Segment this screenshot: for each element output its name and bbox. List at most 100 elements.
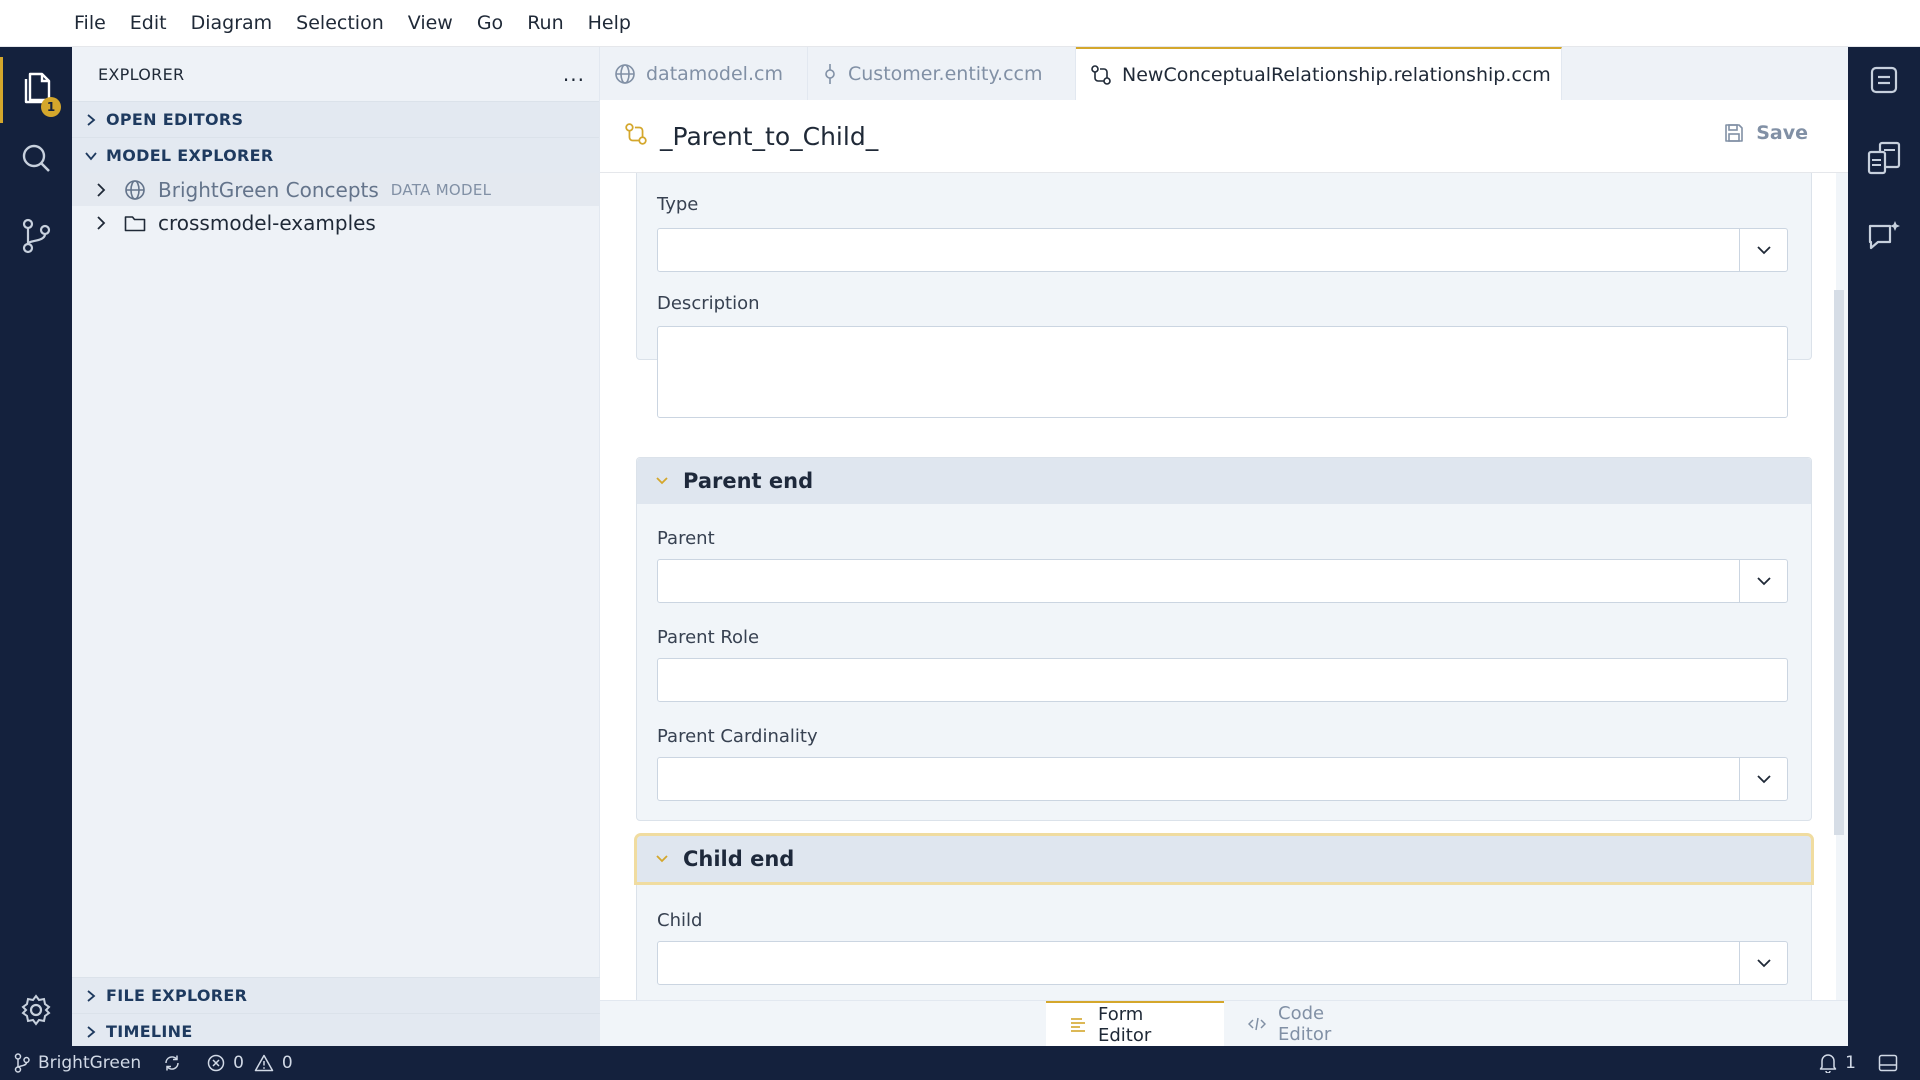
warning-icon	[254, 1054, 274, 1072]
code-icon	[1248, 1017, 1266, 1031]
code-editor-label: Code Editor	[1278, 1003, 1332, 1045]
parent-cardinality-select[interactable]	[657, 757, 1788, 801]
menu-edit[interactable]: Edit	[130, 12, 167, 34]
globe-icon	[122, 179, 148, 201]
tree-item-crossmodel-examples[interactable]: crossmodel-examples	[72, 206, 599, 239]
chevron-down-icon[interactable]	[1739, 229, 1787, 271]
search-activity-button[interactable]	[0, 127, 72, 193]
parent-role-input[interactable]	[657, 658, 1788, 702]
menu-help[interactable]: Help	[588, 12, 631, 34]
timeline-section[interactable]: TIMELINE	[72, 1013, 600, 1049]
chevron-down-icon[interactable]	[1739, 942, 1787, 984]
settings-activity-button[interactable]	[0, 979, 72, 1045]
entity-icon	[822, 63, 838, 85]
document-compare-icon	[1866, 140, 1902, 180]
chevron-down-icon[interactable]	[1739, 758, 1787, 800]
tab-new-conceptual-relationship[interactable]: NewConceptualRelationship.relationship.c…	[1076, 47, 1562, 100]
chevron-right-icon	[90, 182, 112, 198]
timeline-label: TIMELINE	[106, 1022, 193, 1041]
explorer-sidebar: EXPLORER ... OPEN EDITORS MODEL EXPLORER…	[72, 47, 600, 1049]
menu-selection[interactable]: Selection	[296, 12, 384, 34]
child-label: Child	[657, 910, 703, 931]
source-control-icon	[20, 218, 52, 258]
form-scroll-area[interactable]: Type Description Parent end Parent Paren…	[600, 173, 1836, 1000]
child-end-title: Child end	[683, 847, 795, 871]
file-explorer-section[interactable]: FILE EXPLORER	[72, 977, 600, 1013]
error-icon	[207, 1054, 225, 1072]
parent-end-section: Parent end Parent Parent Role Parent Car…	[636, 457, 1812, 821]
open-editors-section[interactable]: OPEN EDITORS	[72, 101, 599, 137]
child-end-header[interactable]: Child end	[634, 833, 1814, 885]
chat-sparkle-icon	[1866, 218, 1902, 258]
problems-status[interactable]: 0 0	[207, 1053, 293, 1073]
save-icon	[1724, 123, 1744, 143]
explorer-activity-button[interactable]: 1	[0, 57, 72, 123]
chat-button[interactable]	[1848, 205, 1920, 271]
more-actions-button[interactable]: ...	[563, 62, 585, 86]
menu-file[interactable]: File	[74, 12, 106, 34]
explorer-badge: 1	[41, 97, 61, 117]
sidebar-header: EXPLORER ...	[72, 47, 599, 101]
chevron-down-icon[interactable]	[1739, 560, 1787, 602]
parent-cardinality-value	[658, 758, 1739, 800]
sidebar-bottom-sections: FILE EXPLORER TIMELINE	[72, 977, 600, 1049]
chevron-right-icon	[80, 113, 102, 127]
chevron-right-icon	[80, 989, 102, 1003]
open-editors-label: OPEN EDITORS	[106, 110, 244, 129]
tab-label: NewConceptualRelationship.relationship.c…	[1122, 63, 1551, 86]
child-end-section: Child end Child	[634, 833, 1814, 1000]
menu-view[interactable]: View	[408, 12, 453, 34]
status-bar: BrightGreen 0 0 1	[0, 1046, 1920, 1080]
source-control-activity-button[interactable]	[0, 205, 72, 271]
description-label: Description	[657, 293, 760, 314]
chevron-down-icon	[655, 476, 669, 486]
tab-label: Customer.entity.ccm	[848, 62, 1043, 85]
notification-count: 1	[1845, 1053, 1856, 1073]
search-icon	[20, 142, 52, 178]
form-editor-tab[interactable]: Form Editor	[1046, 1001, 1224, 1047]
toggle-panel-button[interactable]	[1878, 1054, 1906, 1072]
editor-header: _Parent_to_Child_ Save	[600, 100, 1848, 173]
panel-layout-icon	[1878, 1054, 1898, 1072]
parent-end-title: Parent end	[683, 469, 814, 493]
parent-select[interactable]	[657, 559, 1788, 603]
git-branch-icon	[14, 1053, 30, 1073]
tab-customer-entity[interactable]: Customer.entity.ccm	[808, 47, 1076, 100]
menu-diagram[interactable]: Diagram	[191, 12, 273, 34]
notifications-status[interactable]: 1	[1819, 1053, 1856, 1073]
chevron-down-icon	[655, 854, 669, 864]
page-title: _Parent_to_Child_	[660, 121, 879, 151]
tab-label: datamodel.cm	[646, 62, 783, 85]
outline-button[interactable]	[1848, 49, 1920, 115]
error-count: 0	[233, 1053, 244, 1073]
child-select[interactable]	[657, 941, 1788, 985]
menu-go[interactable]: Go	[477, 12, 503, 34]
model-explorer-label: MODEL EXPLORER	[106, 146, 274, 165]
description-textarea[interactable]	[657, 326, 1788, 418]
type-select[interactable]	[657, 228, 1788, 272]
parent-value	[658, 560, 1739, 602]
tab-datamodel[interactable]: datamodel.cm	[600, 47, 808, 100]
file-explorer-label: FILE EXPLORER	[106, 986, 248, 1005]
form-icon	[1070, 1017, 1086, 1033]
sync-button[interactable]	[163, 1054, 189, 1072]
model-explorer-section[interactable]: MODEL EXPLORER	[72, 137, 599, 173]
tree-item-label: BrightGreen Concepts	[158, 177, 379, 202]
vertical-scrollbar[interactable]	[1834, 290, 1844, 835]
activity-bar: 1	[0, 47, 72, 1046]
chevron-right-icon	[90, 215, 112, 231]
editor-mode-tabs: Form Editor Code Editor	[600, 1000, 1848, 1047]
code-editor-tab[interactable]: Code Editor	[1224, 1001, 1402, 1047]
save-button[interactable]: Save	[1724, 122, 1808, 144]
menu-bar: File Edit Diagram Selection View Go Run …	[0, 0, 1920, 47]
parent-role-label: Parent Role	[657, 627, 760, 648]
chevron-right-icon	[80, 1025, 102, 1039]
document-compare-button[interactable]	[1848, 127, 1920, 193]
save-label: Save	[1756, 122, 1808, 144]
parent-cardinality-label: Parent Cardinality	[657, 726, 818, 747]
parent-end-header[interactable]: Parent end	[637, 458, 1811, 504]
folder-icon	[122, 214, 148, 232]
menu-run[interactable]: Run	[527, 12, 563, 34]
tree-item-brightgreen-concepts[interactable]: BrightGreen Concepts DATA MODEL	[72, 173, 599, 206]
branch-status[interactable]: BrightGreen	[14, 1053, 141, 1073]
